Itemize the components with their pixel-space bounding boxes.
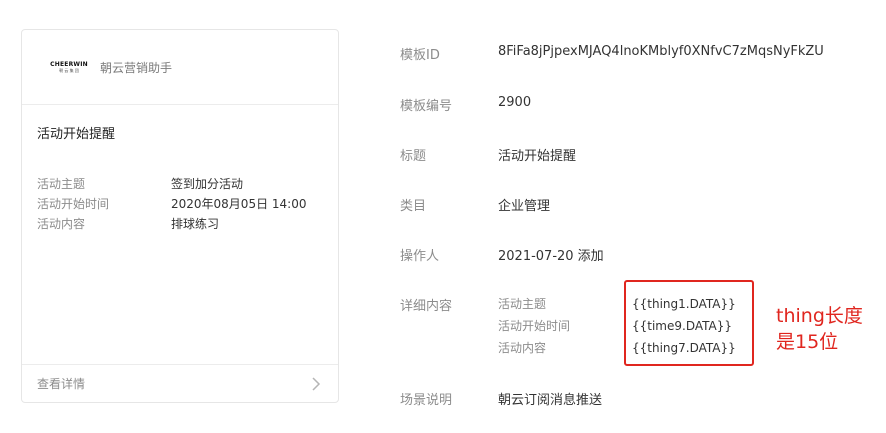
template-id-label: 模板ID xyxy=(400,48,440,63)
preview-field-value: 排球练习 xyxy=(171,217,220,231)
detail-key: 活动内容 xyxy=(498,341,547,355)
preview-field-key: 活动内容 xyxy=(37,217,86,231)
operator-label: 操作人 xyxy=(400,249,440,264)
brand-logo-text: CHEERWIN xyxy=(50,61,88,68)
operator-row: 操作人 2021-07-20 添加 xyxy=(400,245,604,264)
view-details-link[interactable]: 查看详情 xyxy=(22,364,338,402)
annotation-note: thing长度 是15位 xyxy=(776,303,863,355)
preview-fields: 活动主题 签到加分活动 活动开始时间 2020年08月05日 14:00 活动内… xyxy=(37,174,306,234)
detail-key: 活动开始时间 xyxy=(498,319,571,333)
preview-field-value: 签到加分活动 xyxy=(171,177,244,191)
preview-field-key: 活动开始时间 xyxy=(37,197,110,211)
operator-value: 2021-07-20 添加 xyxy=(498,249,604,264)
template-no-row: 模板编号 2900 xyxy=(400,95,531,114)
annotation-line-1: thing长度 xyxy=(776,305,863,327)
preview-field-value: 2020年08月05日 14:00 xyxy=(171,197,307,211)
category-value: 企业管理 xyxy=(498,199,551,214)
brand-logo-subtext: 朝 云 集 团 xyxy=(59,68,79,73)
scene-row: 场景说明 朝云订阅消息推送 xyxy=(400,389,602,408)
detail-key: 活动主题 xyxy=(498,297,547,311)
message-preview-card: CHEERWIN 朝 云 集 团 朝云营销助手 活动开始提醒 活动主题 签到加分… xyxy=(21,29,339,403)
view-details-label: 查看详情 xyxy=(37,377,86,391)
message-title: 活动开始提醒 xyxy=(37,127,116,142)
scene-label: 场景说明 xyxy=(400,393,453,408)
preview-field-row: 活动主题 签到加分活动 xyxy=(37,174,306,194)
category-label: 类目 xyxy=(400,199,427,214)
brand-logo: CHEERWIN 朝 云 集 团 xyxy=(50,57,88,77)
annotation-line-2: 是15位 xyxy=(776,331,839,353)
template-no-value: 2900 xyxy=(498,95,532,110)
preview-field-key: 活动主题 xyxy=(37,177,86,191)
annotation-highlight-box xyxy=(624,280,754,366)
brand-name: 朝云营销助手 xyxy=(100,60,173,75)
preview-field-row: 活动开始时间 2020年08月05日 14:00 xyxy=(37,194,306,214)
category-row: 类目 企业管理 xyxy=(400,195,550,214)
preview-field-row: 活动内容 排球练习 xyxy=(37,214,306,234)
card-header: CHEERWIN 朝 云 集 团 朝云营销助手 xyxy=(22,30,338,105)
title-value: 活动开始提醒 xyxy=(498,149,577,164)
template-id-value: 8FiFa8jPjpexMJAQ4lnoKMblyf0XNfvC7zMqsNyF… xyxy=(498,44,824,59)
title-row: 标题 活动开始提醒 xyxy=(400,145,576,164)
template-id-row: 模板ID 8FiFa8jPjpexMJAQ4lnoKMblyf0XNfvC7zM… xyxy=(400,44,840,63)
template-no-label: 模板编号 xyxy=(400,99,453,114)
title-label: 标题 xyxy=(400,149,427,164)
chevron-right-icon xyxy=(312,376,321,391)
scene-value: 朝云订阅消息推送 xyxy=(498,393,603,408)
detail-content-label: 详细内容 xyxy=(400,299,453,314)
